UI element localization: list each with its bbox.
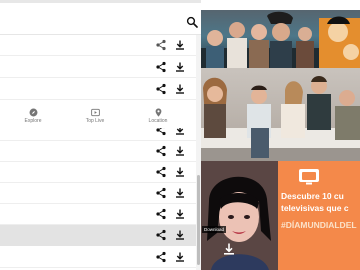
- top-divider: [0, 0, 201, 3]
- list-item[interactable]: [0, 79, 196, 100]
- share-icon[interactable]: [155, 229, 167, 241]
- download-icon[interactable]: [174, 61, 186, 73]
- compass-icon: [29, 108, 37, 117]
- download-icon[interactable]: [222, 242, 236, 256]
- search-bar[interactable]: [0, 9, 201, 35]
- download-label-badge[interactable]: Download: [202, 226, 227, 233]
- scrollbar-thumb[interactable]: [197, 175, 200, 265]
- thumbnail-image[interactable]: [201, 10, 360, 68]
- list-item[interactable]: [0, 162, 196, 183]
- thumbnail-artwork: [201, 76, 360, 161]
- share-icon[interactable]: [155, 39, 167, 51]
- list-item[interactable]: [0, 141, 196, 162]
- list-item-selected[interactable]: [0, 225, 196, 246]
- promo-hashtag: #DÍAMUNDIALDEL: [281, 220, 357, 230]
- thumbnail-artwork: [201, 11, 360, 68]
- download-icon[interactable]: [174, 145, 186, 157]
- list-item[interactable]: [0, 35, 196, 56]
- tv-icon: [299, 169, 319, 185]
- share-icon[interactable]: [155, 208, 167, 220]
- nav-top-live-label: Top Live: [85, 118, 105, 124]
- nav-location-label: Location: [148, 118, 168, 124]
- video-list-panel: Explore Top Live Location: [0, 0, 201, 270]
- list-item[interactable]: [0, 204, 196, 225]
- download-icon[interactable]: [174, 229, 186, 241]
- list-item[interactable]: [0, 57, 196, 78]
- nav-explore-label: Explore: [24, 118, 42, 124]
- download-icon[interactable]: [174, 187, 186, 199]
- thumbnail-image[interactable]: [201, 68, 360, 161]
- list-item[interactable]: [0, 247, 196, 268]
- share-icon[interactable]: [155, 187, 167, 199]
- download-icon[interactable]: [174, 208, 186, 220]
- download-icon[interactable]: [174, 251, 186, 263]
- nav-explore[interactable]: Explore: [13, 108, 53, 128]
- download-icon[interactable]: [174, 83, 186, 95]
- share-icon[interactable]: [155, 83, 167, 95]
- nav-location[interactable]: Location: [138, 108, 178, 128]
- list-item[interactable]: [0, 183, 196, 204]
- download-icon[interactable]: [174, 166, 186, 178]
- download-icon[interactable]: [174, 39, 186, 51]
- share-icon[interactable]: [155, 251, 167, 263]
- promo-text-line-1: Descubre 10 cu: [281, 191, 344, 201]
- bottom-navigation: Explore Top Live Location: [0, 106, 196, 128]
- share-icon[interactable]: [155, 145, 167, 157]
- share-icon[interactable]: [155, 166, 167, 178]
- nav-top-live[interactable]: Top Live: [75, 108, 115, 128]
- image-strip: Descubre 10 cu televisivas que c #DÍAMUN…: [201, 0, 360, 270]
- play-icon: [90, 108, 100, 117]
- promo-text-line-2: televisivas que c: [281, 203, 349, 213]
- share-icon[interactable]: [155, 61, 167, 73]
- thumbnail-image[interactable]: Descubre 10 cu televisivas que c #DÍAMUN…: [201, 161, 360, 270]
- search-icon[interactable]: [186, 16, 198, 28]
- location-pin-icon: [155, 108, 161, 117]
